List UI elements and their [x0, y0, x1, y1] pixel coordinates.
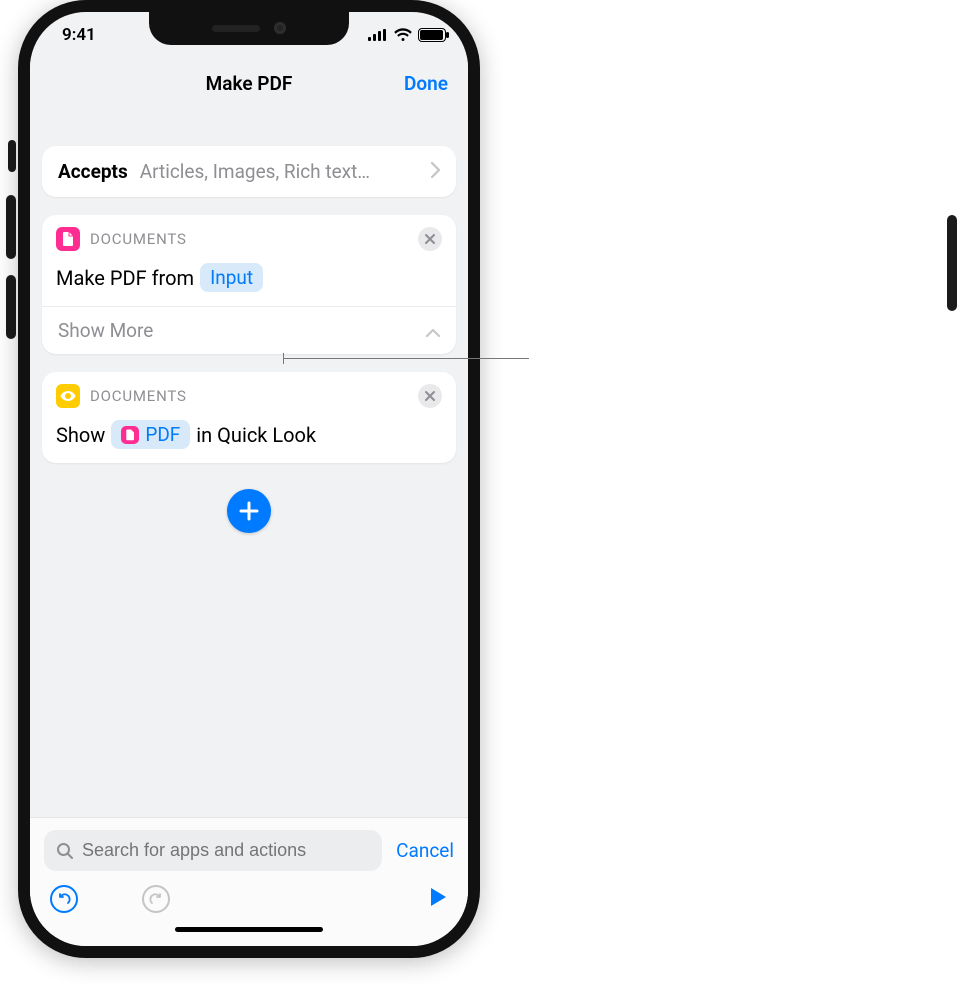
callout-line: [283, 358, 529, 359]
screen: 9:41 Make PDF Done Accepts Article: [30, 12, 468, 946]
plus-icon: [238, 500, 260, 522]
document-icon: [56, 227, 80, 251]
delete-action-button[interactable]: [418, 384, 442, 408]
search-input[interactable]: [82, 840, 370, 861]
iphone-frame: 9:41 Make PDF Done Accepts Article: [18, 0, 480, 958]
delete-action-button[interactable]: [418, 227, 442, 251]
status-time: 9:41: [62, 25, 96, 45]
play-icon: [428, 886, 448, 908]
action-text-prefix: Make PDF from: [56, 266, 194, 290]
phone-volume-down: [6, 275, 16, 339]
action-category: DOCUMENTS: [90, 230, 187, 248]
action-header: DOCUMENTS: [42, 215, 456, 257]
token-label: PDF: [145, 423, 180, 446]
accepts-row[interactable]: Accepts Articles, Images, Rich text…: [42, 146, 456, 197]
action-summary[interactable]: Show PDF in Quick Look: [42, 414, 456, 463]
redo-button: [142, 885, 170, 913]
signal-icon: [368, 29, 388, 41]
action-summary[interactable]: Make PDF from Input: [42, 257, 456, 306]
action-header: DOCUMENTS: [42, 372, 456, 414]
document-icon: [121, 426, 139, 444]
page-title: Make PDF: [206, 72, 293, 95]
search-field[interactable]: [44, 830, 382, 871]
accepts-label: Accepts: [58, 160, 128, 183]
device-notch: [149, 11, 349, 45]
phone-power-button: [947, 215, 957, 311]
chevron-right-icon: [431, 162, 440, 182]
play-button[interactable]: [428, 886, 448, 912]
action-text-suffix: in Quick Look: [196, 423, 316, 447]
action-make-pdf: DOCUMENTS Make PDF from Input Show More: [42, 215, 456, 354]
input-variable-token[interactable]: Input: [200, 263, 263, 292]
eye-icon: [56, 384, 80, 408]
action-show-quick-look: DOCUMENTS Show PDF in Quic: [42, 372, 456, 463]
action-category: DOCUMENTS: [90, 387, 187, 405]
phone-mute-switch: [8, 140, 16, 172]
show-more-label: Show More: [58, 319, 153, 342]
battery-icon: [418, 28, 446, 42]
cancel-button[interactable]: Cancel: [396, 839, 454, 862]
home-indicator[interactable]: [175, 927, 323, 932]
editor-content: Accepts Articles, Images, Rich text… DOC…: [30, 108, 468, 946]
pdf-variable-token[interactable]: PDF: [111, 420, 190, 449]
undo-button[interactable]: [50, 885, 78, 913]
action-text-prefix: Show: [56, 423, 105, 447]
bottom-bar: Cancel: [30, 817, 468, 946]
phone-volume-up: [6, 195, 16, 259]
accepts-value: Articles, Images, Rich text…: [140, 160, 419, 183]
done-button[interactable]: Done: [404, 72, 448, 95]
show-more-button[interactable]: Show More: [42, 307, 456, 354]
chevron-up-icon: [426, 319, 440, 342]
navigation-bar: Make PDF Done: [30, 58, 468, 108]
add-action-button[interactable]: [227, 489, 271, 533]
search-icon: [56, 842, 74, 860]
wifi-icon: [394, 28, 412, 42]
